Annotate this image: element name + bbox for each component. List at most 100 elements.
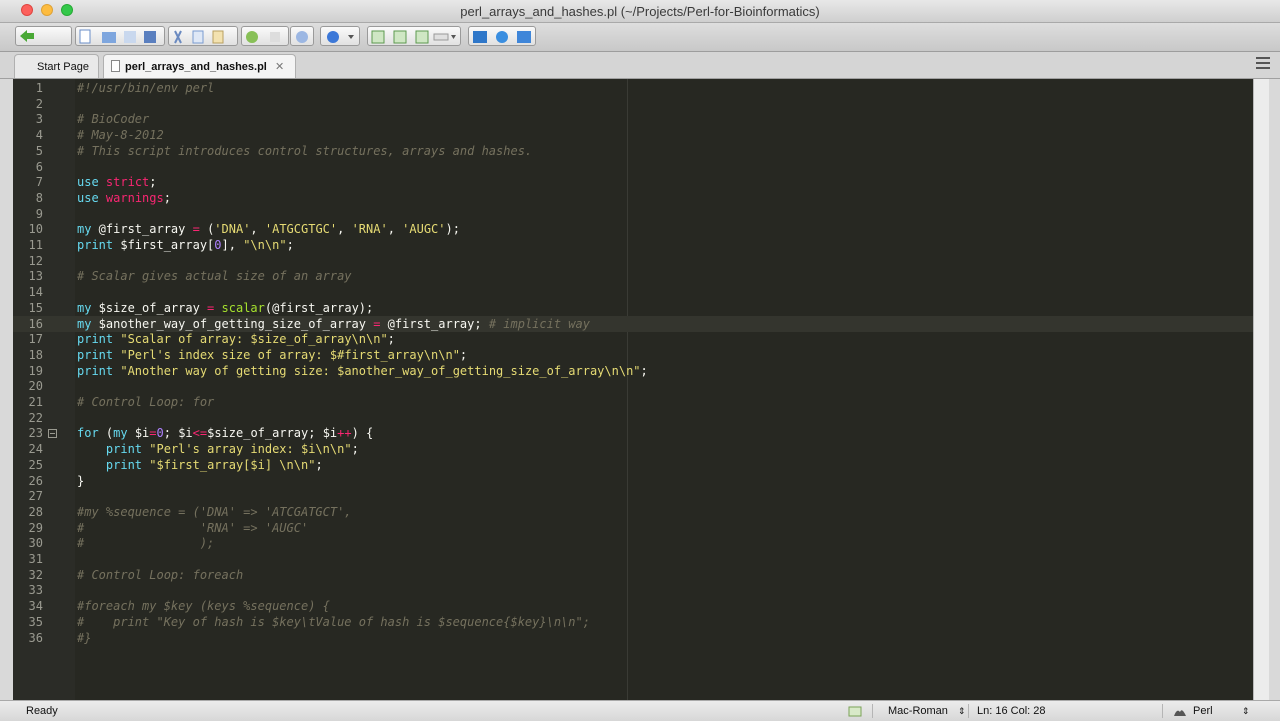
code-text: # BioCoder — [77, 112, 150, 127]
code-line[interactable]: 16 my $another_way_of_getting_size_of_arr… — [13, 315, 1253, 332]
line-number: 10 — [28, 222, 43, 237]
code-line[interactable]: 5 # This script introduces control struct… — [13, 143, 1253, 159]
back-button[interactable] — [15, 26, 72, 46]
encoding-dropdown-icon[interactable]: ⇕ — [958, 706, 966, 717]
bug-icon[interactable] — [848, 705, 864, 718]
code-text: my @first_array = ('DNA', 'ATGCGTGC', 'R… — [77, 222, 460, 237]
run-dropdown-button[interactable] — [320, 26, 360, 46]
code-line[interactable]: 36 #} — [13, 630, 1253, 646]
line-number: 24 — [28, 442, 43, 457]
code-line[interactable]: 13 # Scalar gives actual size of an array — [13, 268, 1253, 284]
line-number: 11 — [28, 238, 43, 252]
line-number: 14 — [28, 285, 43, 300]
code-text: print "Perl's index size of array: $#fir… — [77, 347, 468, 362]
code-line[interactable]: 8 use warnings; — [13, 190, 1253, 206]
code-text: print "Perl's array index: $i\n\n"; — [105, 442, 359, 457]
code-line[interactable]: 20 — [13, 378, 1253, 394]
undo-redo-group[interactable] — [241, 26, 289, 46]
code-line[interactable]: 1 #!/usr/bin/env perl — [13, 80, 1253, 96]
code-line[interactable]: 27 — [13, 488, 1253, 504]
code-text: # May-8-2012 — [77, 128, 164, 143]
fold-toggle-icon[interactable] — [48, 429, 57, 439]
code-line[interactable]: 11 print $first_array[0], "\n\n"; — [13, 237, 1253, 253]
code-line[interactable]: 23 for (my $i=0; $i<=$size_of_array; $i++… — [13, 425, 1253, 441]
line-number: 22 — [28, 410, 43, 425]
status-bar: Ready Mac-Roman ⇕ Ln: 16 Col: 28 Perl ⇕ — [0, 700, 1280, 721]
code-line[interactable]: 22 — [13, 410, 1253, 426]
line-number: 19 — [28, 363, 43, 378]
line-number: 27 — [28, 489, 43, 504]
language-dropdown-icon[interactable]: ⇕ — [1242, 706, 1250, 717]
line-number: 32 — [28, 567, 43, 582]
code-text: print "$first_array[$i] \n\n"; — [105, 457, 323, 472]
line-number: 15 — [28, 300, 43, 315]
code-line[interactable]: 10 my @first_array = ('DNA', 'ATGCGTGC', … — [13, 221, 1253, 237]
code-text: my $another_way_of_getting_size_of_array… — [77, 316, 590, 331]
perl-camel-icon — [1174, 710, 1186, 716]
code-line[interactable]: 32 # Control Loop: foreach — [13, 567, 1253, 583]
tab-perl-file[interactable]: perl_arrays_and_hashes.pl ✕ — [103, 54, 296, 78]
code-line[interactable]: 7 use strict; — [13, 174, 1253, 190]
code-line[interactable]: 18 print "Perl's index size of array: $#f… — [13, 347, 1253, 363]
code-text: use strict; — [77, 175, 157, 190]
code-line[interactable]: 3 # BioCoder — [13, 111, 1253, 127]
vertical-scrollbar[interactable] — [1253, 79, 1269, 700]
language-select[interactable]: Perl — [1193, 705, 1213, 717]
code-line[interactable]: 17 print "Scalar of array: $size_of_array… — [13, 331, 1253, 347]
line-number: 1 — [35, 81, 43, 95]
line-number: 25 — [28, 457, 43, 472]
tools-buttons-group[interactable] — [468, 26, 536, 46]
code-line[interactable]: 12 — [13, 253, 1253, 269]
code-text: # ); — [77, 536, 215, 551]
code-line[interactable]: 26} — [13, 473, 1253, 489]
tab-list-menu-icon[interactable] — [1256, 57, 1270, 69]
code-text: # print "Key of hash is $key\tValue of h… — [77, 614, 590, 629]
code-text: #foreach my $key (keys %sequence) { — [77, 599, 330, 614]
line-number: 12 — [28, 253, 43, 268]
title-bar: perl_arrays_and_hashes.pl (~/Projects/Pe… — [0, 0, 1280, 23]
file-buttons-group[interactable] — [75, 26, 165, 46]
code-text: #!/usr/bin/env perl — [77, 81, 215, 95]
tab-start-page-label: Start Page — [37, 61, 89, 73]
code-line[interactable]: 4 # May-8-2012 — [13, 127, 1253, 143]
code-text: print "Scalar of array: $size_of_array\n… — [77, 332, 395, 347]
line-number: 28 — [28, 504, 43, 519]
code-text: # 'RNA' => 'AUGC' — [77, 520, 309, 535]
view-buttons-group[interactable] — [367, 26, 461, 46]
line-number: 8 — [35, 190, 43, 205]
code-line[interactable]: 34 #foreach my $key (keys %sequence) { — [13, 598, 1253, 614]
close-tab-icon[interactable]: ✕ — [275, 55, 284, 79]
find-button[interactable] — [290, 26, 314, 46]
code-text: # Control Loop: for — [77, 395, 215, 409]
code-line[interactable]: 30 # ); — [13, 535, 1253, 551]
code-line[interactable]: 19 print "Another way of getting size: $a… — [13, 363, 1253, 379]
code-line[interactable]: 25 print "$first_array[$i] \n\n"; — [13, 457, 1253, 473]
line-number: 16 — [28, 316, 43, 331]
code-line[interactable]: 28 #my %sequence = ('DNA' => 'ATCGATGCT', — [13, 504, 1253, 520]
code-text: print $first_array[0], "\n\n"; — [77, 238, 294, 252]
code-line[interactable]: 31 — [13, 551, 1253, 567]
code-line[interactable]: 24 print "Perl's array index: $i\n\n"; — [13, 441, 1253, 457]
code-line[interactable]: 33 — [13, 582, 1253, 598]
cursor-position: Ln: 16 Col: 28 — [977, 705, 1046, 717]
line-number: 20 — [28, 379, 43, 394]
code-line[interactable]: 35 # print "Key of hash is $key\tValue of… — [13, 614, 1253, 630]
code-line[interactable]: 29 # 'RNA' => 'AUGC' — [13, 520, 1253, 536]
code-editor[interactable]: 1 #!/usr/bin/env perl 2 3 # BioCoder 4 # May-8… — [13, 79, 1253, 700]
code-text: # This script introduces control structu… — [77, 143, 533, 158]
edit-buttons-group[interactable] — [168, 26, 238, 46]
encoding-select[interactable]: Mac-Roman — [888, 705, 948, 717]
line-number: 13 — [28, 269, 43, 284]
code-line[interactable]: 15 my $size_of_array = scalar(@first_arra… — [13, 300, 1253, 316]
line-number: 5 — [35, 143, 43, 158]
line-number: 35 — [28, 614, 43, 629]
tab-start-page[interactable]: Start Page — [14, 54, 99, 78]
line-number: 36 — [28, 630, 43, 645]
code-line[interactable]: 9 — [13, 206, 1253, 222]
line-number: 30 — [28, 536, 43, 551]
code-line[interactable]: 6 — [13, 159, 1253, 175]
code-line[interactable]: 21 # Control Loop: for — [13, 394, 1253, 410]
code-line[interactable]: 14 — [13, 284, 1253, 300]
code-line[interactable]: 2 — [13, 96, 1253, 112]
line-number: 7 — [35, 175, 43, 190]
